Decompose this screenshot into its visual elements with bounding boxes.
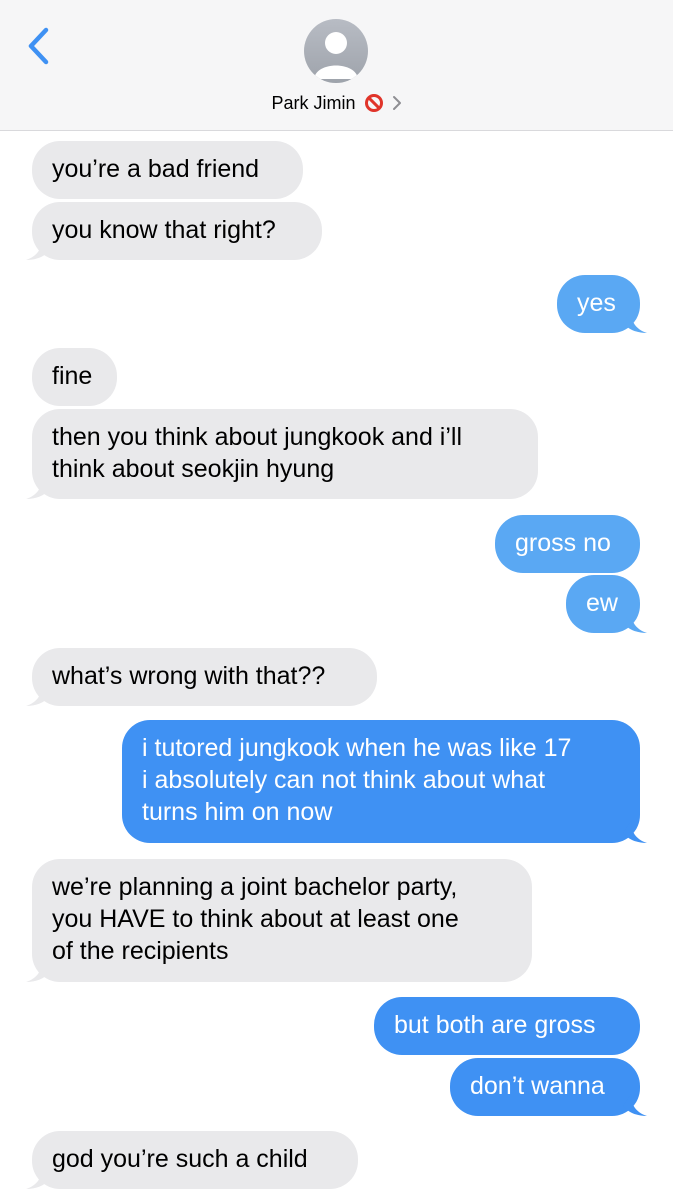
message-line: of the recipients [52, 937, 229, 965]
chevron-left-icon[interactable] [22, 24, 54, 68]
bubble-tail [26, 238, 50, 260]
message-outgoing[interactable]: i tutored jungkook when he was like 17 i… [122, 720, 640, 843]
message-text: what’s wrong with that?? [52, 662, 326, 690]
message-incoming[interactable]: we’re planning a joint bachelor party, y… [32, 859, 532, 982]
conversation-header: Park Jimin [0, 0, 673, 131]
message-text: you know that right? [52, 216, 276, 244]
message-text: yes [577, 289, 616, 317]
message-outgoing[interactable]: but both are gross [374, 997, 640, 1055]
message-line: we’re planning a joint bachelor party, [52, 873, 458, 901]
message-incoming[interactable]: then you think about jungkook and i’ll t… [32, 409, 538, 499]
message-incoming[interactable]: fine [32, 348, 117, 406]
message-text: don’t wanna [470, 1072, 605, 1100]
contact-title[interactable]: Park Jimin [0, 90, 673, 115]
message-line: think about seokjin hyung [52, 455, 335, 483]
person-placeholder-icon [314, 32, 358, 79]
message-line: you HAVE to think about at least one [52, 905, 459, 933]
bubble-tail [623, 821, 647, 843]
message-line: i tutored jungkook when he was like 17 [142, 734, 572, 762]
message-text: ew [586, 589, 618, 617]
message-incoming[interactable]: you’re a bad friend [32, 141, 303, 199]
message-incoming[interactable]: you know that right? [32, 202, 322, 260]
chevron-right-icon [392, 96, 401, 111]
bubble-tail [623, 611, 647, 633]
message-text: you’re a bad friend [52, 155, 260, 183]
bubble-tail [26, 684, 50, 706]
message-line: i absolutely can not think about what [142, 766, 546, 794]
message-outgoing[interactable]: gross no [495, 515, 640, 573]
message-text: fine [52, 362, 93, 390]
message-line: turns him on now [142, 798, 333, 826]
bubble-tail [623, 311, 647, 333]
message-incoming[interactable]: god you’re such a child [32, 1131, 358, 1189]
message-text: but both are gross [394, 1011, 596, 1039]
message-incoming[interactable]: what’s wrong with that?? [32, 648, 377, 706]
bubble-tail [26, 960, 50, 982]
prohibited-emoji-icon [364, 94, 383, 113]
avatar[interactable] [304, 19, 368, 83]
message-outgoing[interactable]: don’t wanna [450, 1058, 640, 1116]
message-text: gross no [515, 529, 611, 557]
message-text: god you’re such a child [52, 1145, 308, 1173]
bubble-tail [26, 477, 50, 499]
message-line: then you think about jungkook and i’ll [52, 423, 463, 451]
bubble-tail [623, 1094, 647, 1116]
bubble-tail [26, 1167, 50, 1189]
contact-name: Park Jimin [271, 93, 356, 114]
